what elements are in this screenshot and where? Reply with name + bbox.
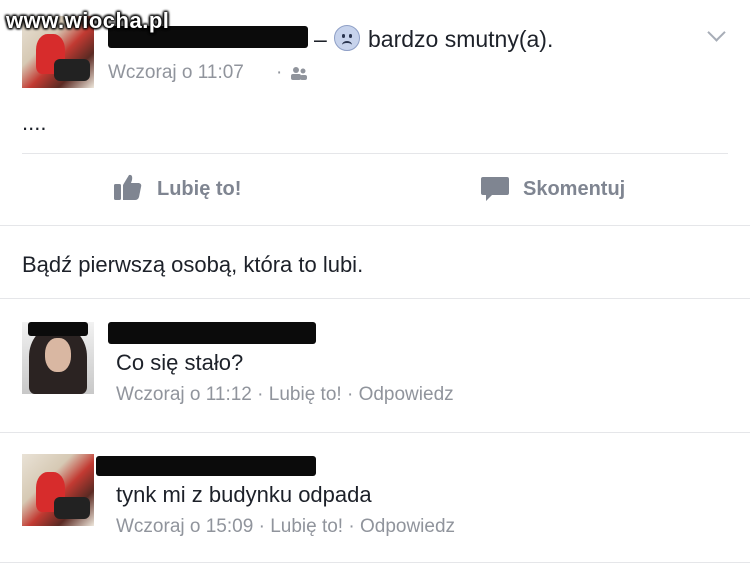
comment-timestamp[interactable]: Wczoraj o 15:09 <box>116 516 253 537</box>
likes-prompt: Bądź pierwszą osobą, która to lubi. <box>22 252 364 277</box>
comment-button[interactable]: Skomentuj <box>480 172 660 206</box>
meta-separator: · <box>348 516 355 537</box>
comment-timestamp[interactable]: Wczoraj o 11:12 <box>116 384 252 405</box>
redacted-commenter-name <box>108 322 316 344</box>
divider <box>22 153 728 154</box>
divider <box>0 562 750 563</box>
meta-separator: · <box>346 384 354 405</box>
comment-text: Co się stało? <box>116 350 244 375</box>
divider <box>0 432 750 433</box>
comment-meta: Wczoraj o 11:12 · Lubię to! · Odpowiedz <box>116 384 454 406</box>
divider <box>0 225 750 226</box>
sad-face-icon <box>334 25 360 51</box>
comment-like-link[interactable]: Lubię to! <box>270 516 343 537</box>
meta-separator: · <box>257 384 264 405</box>
post-feeling-text: bardzo smutny(a). <box>368 26 554 52</box>
meta-separator: · <box>258 516 265 537</box>
watermark: www.wiocha.pl <box>6 8 170 33</box>
redacted-commenter-name <box>96 456 316 476</box>
comment-reply-link[interactable]: Odpowiedz <box>359 384 454 405</box>
redacted-commenter-name <box>28 322 88 336</box>
divider <box>0 298 750 299</box>
post-body: .... <box>22 110 47 135</box>
thumbs-up-icon <box>112 172 144 202</box>
comment-text: tynk mi z budynku odpada <box>116 482 372 507</box>
post-author-suffix: – <box>314 26 327 52</box>
friends-icon <box>290 66 308 80</box>
like-button[interactable]: Lubię to! <box>112 172 272 206</box>
comment-meta: Wczoraj o 15:09 · Lubię to! · Odpowiedz <box>116 516 455 538</box>
meta-separator: · <box>276 62 283 83</box>
post-timestamp[interactable]: Wczoraj o 11:07 <box>108 62 244 84</box>
comment-like-link[interactable]: Lubię to! <box>269 384 342 405</box>
chevron-down-icon[interactable] <box>707 23 726 42</box>
comment-reply-link[interactable]: Odpowiedz <box>360 516 455 537</box>
comment-icon <box>480 175 510 203</box>
comment-label: Skomentuj <box>523 178 626 200</box>
like-label: Lubię to! <box>157 178 242 200</box>
commenter-avatar[interactable] <box>22 454 94 526</box>
